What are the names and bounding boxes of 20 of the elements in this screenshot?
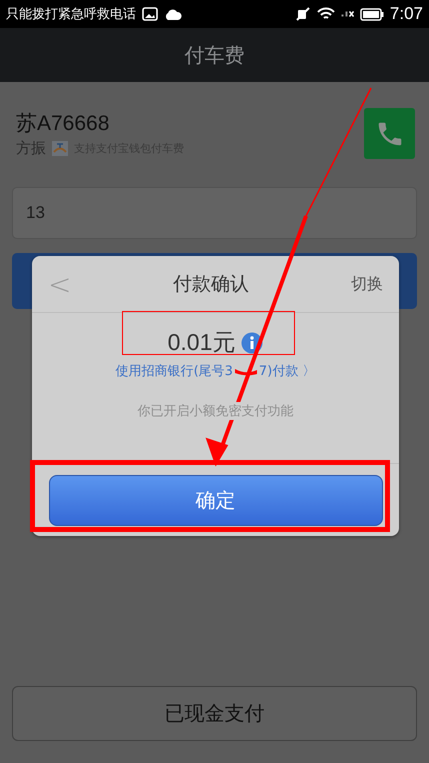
bank-link[interactable]: 7)付款 〉 <box>258 362 316 380</box>
confirm-button[interactable]: 确定 <box>48 474 382 526</box>
switch-button[interactable]: 切换 <box>351 274 383 294</box>
back-button[interactable]: < <box>48 268 72 300</box>
notice-text: 你已开启小额免密支付功能 <box>138 402 294 420</box>
battery-icon <box>360 8 384 20</box>
license-plate: 苏A76668 <box>16 111 110 137</box>
page-title: 付车费 <box>184 42 244 68</box>
image-icon <box>142 7 158 21</box>
status-text: 只能拨打紧急呼救电话 <box>6 6 136 23</box>
clock: 7:07 <box>390 4 423 24</box>
cash-paid-button[interactable]: 已现金支付 <box>12 686 417 741</box>
signal-icon <box>340 11 354 17</box>
wifi-icon <box>316 7 335 21</box>
dialog-title: 付款确认 <box>173 272 250 297</box>
amount-field[interactable]: 13 <box>12 187 417 239</box>
info-icon[interactable] <box>241 332 264 354</box>
payment-amount: 0.01元 <box>168 328 236 357</box>
bank-link[interactable]: 使用招商银行(尾号3 <box>116 362 233 380</box>
cloud-icon <box>164 8 182 20</box>
